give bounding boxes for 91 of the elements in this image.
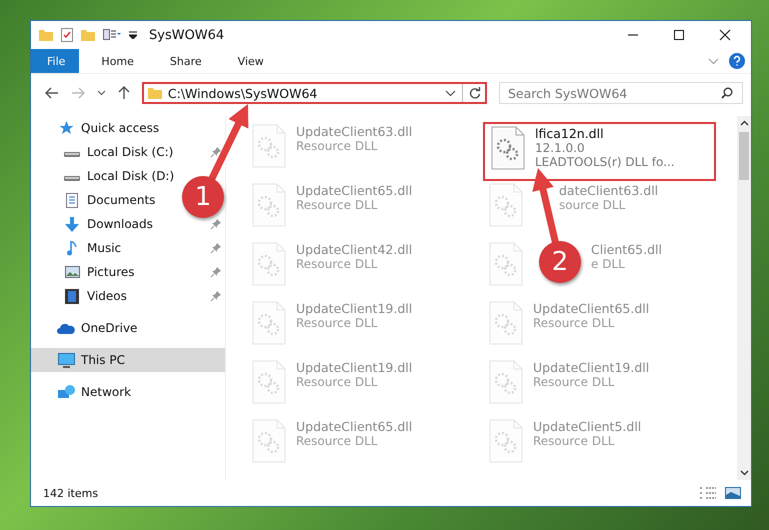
file-detail: Resource DLL bbox=[296, 198, 378, 212]
dll-file-icon bbox=[491, 126, 525, 170]
file-detail: e DLL bbox=[591, 257, 626, 271]
pin-icon[interactable] bbox=[211, 147, 221, 157]
file-detail: Resource DLL bbox=[533, 316, 616, 330]
dll-file-icon bbox=[252, 301, 286, 345]
network-icon bbox=[58, 384, 74, 400]
file-name: UpdateClient65.dll bbox=[296, 419, 412, 434]
sidebar-item[interactable]: Network bbox=[81, 385, 132, 399]
document-icon bbox=[66, 192, 78, 208]
pin-icon[interactable] bbox=[211, 267, 221, 277]
file-name: Client65.dll bbox=[591, 242, 662, 257]
cloud-icon bbox=[57, 322, 75, 334]
file-name: UpdateClient19.dll bbox=[296, 360, 412, 375]
dll-file-icon bbox=[489, 242, 523, 286]
up-arrow-icon[interactable] bbox=[118, 86, 130, 100]
pin-icon[interactable] bbox=[211, 291, 221, 301]
sidebar-item[interactable]: OneDrive bbox=[81, 321, 138, 335]
file-name: UpdateClient19.dll bbox=[296, 301, 412, 316]
file-detail: Resource DLL bbox=[296, 139, 378, 153]
item-count: 142 items bbox=[43, 486, 98, 500]
sidebar-item[interactable]: Local Disk (C:) bbox=[87, 145, 174, 159]
sidebar-item[interactable]: Music bbox=[87, 241, 122, 255]
star-icon bbox=[58, 121, 74, 135]
dll-file-icon bbox=[489, 301, 523, 345]
help-icon[interactable] bbox=[729, 53, 745, 69]
sidebar-item[interactable]: This PC bbox=[31, 348, 225, 372]
ribbon-tab[interactable]: Home bbox=[83, 49, 152, 73]
pin-icon[interactable] bbox=[211, 243, 221, 253]
film-icon bbox=[65, 288, 79, 304]
dll-file-icon bbox=[252, 183, 286, 227]
chevron-icon[interactable] bbox=[96, 90, 106, 96]
file-name: UpdateClient65.dll bbox=[533, 301, 650, 316]
file-detail: LEADTOOLS(r) DLL fo... bbox=[535, 155, 675, 169]
dropdown-icon[interactable] bbox=[129, 31, 137, 39]
search-icon bbox=[721, 87, 733, 99]
sidebar-item[interactable]: Downloads bbox=[87, 217, 153, 231]
dll-file-icon bbox=[252, 242, 286, 286]
file-name: lfica12n.dll bbox=[535, 126, 605, 141]
file-name: UpdateClient19.dll bbox=[533, 360, 650, 375]
dll-file-icon bbox=[252, 419, 286, 463]
dll-file-icon bbox=[489, 183, 523, 227]
dll-file-icon bbox=[489, 419, 523, 463]
dll-file-icon bbox=[252, 360, 286, 404]
folder-icon bbox=[148, 87, 162, 99]
search-field[interactable]: Search SysWOW64 bbox=[499, 82, 743, 104]
music-note-icon bbox=[67, 240, 77, 256]
file-name: UpdateClient42.dll bbox=[296, 242, 412, 257]
scrollbar[interactable] bbox=[737, 116, 751, 480]
file-detail: Resource DLL bbox=[296, 316, 378, 330]
sidebar-item[interactable]: Quick access bbox=[81, 121, 160, 135]
dll-file-icon bbox=[489, 360, 523, 404]
file-detail: Resource DLL bbox=[533, 434, 616, 448]
window-title: SysWOW64 bbox=[149, 28, 224, 42]
scroll-up-icon[interactable] bbox=[740, 120, 748, 126]
file-detail: 12.1.0.0 bbox=[535, 141, 586, 155]
file-name: UpdateClient5.dll bbox=[533, 419, 642, 434]
sidebar-item[interactable]: Pictures bbox=[87, 265, 135, 279]
checklist-icon[interactable] bbox=[61, 28, 73, 42]
monitor-icon bbox=[58, 352, 74, 368]
back-arrow-icon[interactable] bbox=[45, 87, 59, 99]
sidebar-item[interactable]: Videos bbox=[87, 289, 127, 303]
file-detail: Resource DLL bbox=[296, 434, 378, 448]
file-name: UpdateClient63.dll bbox=[296, 124, 412, 139]
sidebar-item[interactable]: Documents bbox=[87, 193, 156, 207]
down-arrow-icon bbox=[65, 216, 79, 232]
refresh-icon[interactable] bbox=[469, 87, 481, 99]
thumbnail-view-icon[interactable] bbox=[725, 487, 741, 499]
sidebar-item[interactable]: Local Disk (D:) bbox=[87, 169, 174, 183]
maximize-icon[interactable] bbox=[673, 29, 685, 41]
chevron-icon[interactable] bbox=[445, 90, 456, 96]
ribbon-tab[interactable]: View bbox=[220, 49, 282, 73]
file-detail: Resource DLL bbox=[296, 257, 378, 271]
close-icon[interactable] bbox=[719, 29, 731, 41]
ribbon-tab[interactable]: Share bbox=[152, 49, 220, 73]
picture-icon bbox=[64, 266, 80, 278]
address-bar[interactable]: C:\Windows\SysWOW64 bbox=[142, 82, 487, 104]
file-item[interactable]: lfica12n.dll 12.1.0.0 LEADTOOLS(r) DLL fo... bbox=[483, 122, 716, 181]
ribbon-tab[interactable]: File bbox=[31, 49, 80, 73]
dll-file-icon bbox=[252, 124, 286, 168]
scrollbar-thumb[interactable] bbox=[739, 132, 749, 180]
properties-icon[interactable] bbox=[103, 29, 121, 41]
details-view-icon[interactable] bbox=[699, 487, 717, 499]
file-detail: source DLL bbox=[559, 198, 626, 212]
address-path: C:\Windows\SysWOW64 bbox=[168, 86, 318, 100]
file-detail: Resource DLL bbox=[533, 375, 616, 389]
scroll-down-icon[interactable] bbox=[740, 470, 748, 476]
file-name: dateClient63.dll bbox=[559, 183, 658, 198]
file-detail: Resource DLL bbox=[296, 375, 378, 389]
pin-icon[interactable] bbox=[211, 219, 221, 229]
file-name: UpdateClient65.dll bbox=[296, 183, 412, 198]
